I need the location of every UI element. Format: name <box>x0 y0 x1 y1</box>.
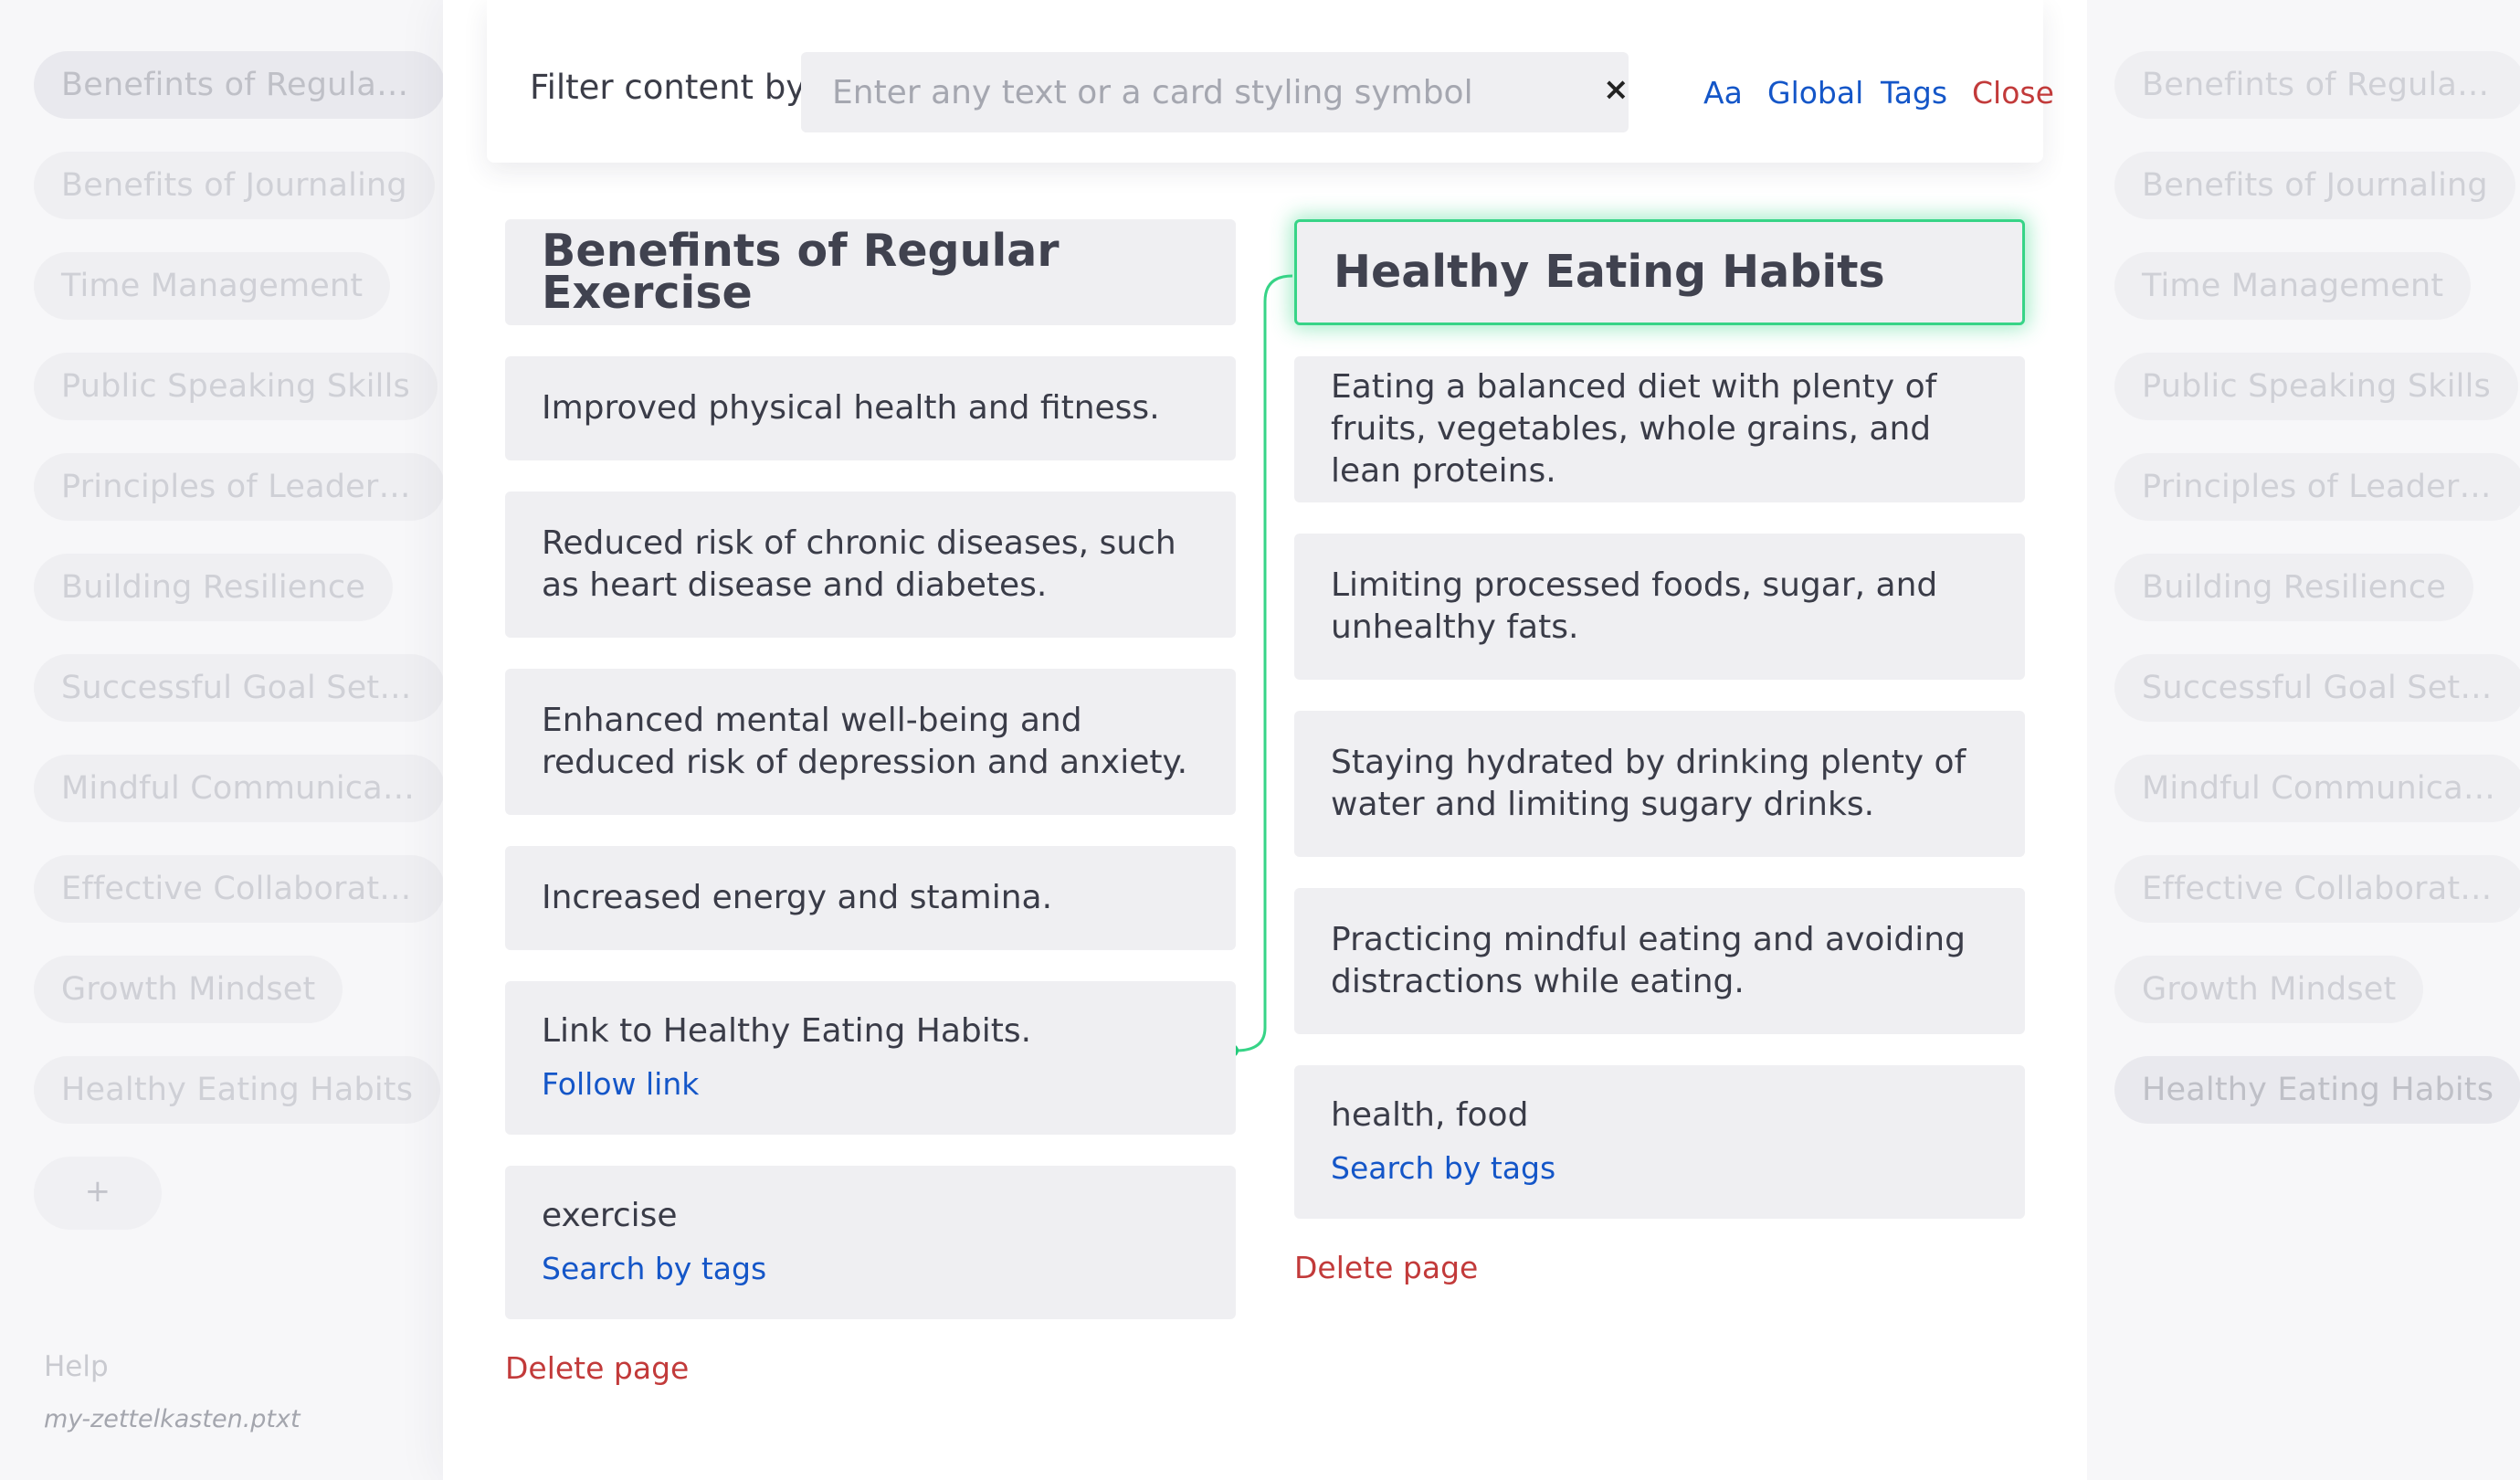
card[interactable]: Improved physical health and fitness. <box>505 356 1236 460</box>
main-panel: Filter content by × Aa Global Tags Close… <box>443 0 2087 1480</box>
tags-text: exercise <box>542 1197 678 1234</box>
page-pill[interactable]: Building Resilience <box>34 554 394 621</box>
page-pill[interactable]: Benefits of Journaling <box>2114 152 2515 219</box>
follow-link[interactable]: Follow link <box>542 1063 1199 1105</box>
page-pill[interactable]: Healthy Eating Habits <box>34 1056 441 1124</box>
case-sensitive-toggle[interactable]: Aa <box>1703 75 1743 111</box>
page-pill[interactable]: Mindful Communication <box>34 755 445 822</box>
card-text: Reduced risk of chronic diseases, such a… <box>542 524 1176 604</box>
card[interactable]: Reduced risk of chronic diseases, such a… <box>505 492 1236 638</box>
card-text: Limiting processed foods, sugar, and unh… <box>1331 566 1938 646</box>
clear-icon[interactable]: × <box>1603 71 1629 108</box>
filter-input[interactable] <box>801 52 1629 132</box>
card[interactable]: Staying hydrated by drinking plenty of w… <box>1294 711 2025 857</box>
left-sidebar: Benefints of Regular Exercise Benefits o… <box>0 0 445 1480</box>
page-pill[interactable]: Effective Collaboration <box>34 855 445 923</box>
page-pill[interactable]: Benefints of Regular Exercise <box>2114 51 2520 119</box>
tags-card[interactable]: exercise Search by tags <box>505 1166 1236 1319</box>
help-link[interactable]: Help <box>44 1350 109 1383</box>
page-list-left: Benefints of Regular Exercise Benefits o… <box>34 51 445 1263</box>
page-pill[interactable]: Growth Mindset <box>2114 956 2424 1023</box>
filter-bar: Filter content by × Aa Global Tags Close <box>487 0 2054 163</box>
right-sidebar: Benefints of Regular Exercise Benefits o… <box>2087 0 2520 1480</box>
tags-card[interactable]: health, food Search by tags <box>1294 1065 2025 1219</box>
tags-filter-link[interactable]: Tags <box>1881 75 1947 111</box>
delete-page-button[interactable]: Delete page <box>505 1350 1236 1386</box>
card[interactable]: Practicing mindful eating and avoiding d… <box>1294 888 2025 1034</box>
card-text: Enhanced mental well-being and reduced r… <box>542 702 1188 781</box>
card-text: Increased energy and stamina. <box>542 879 1053 916</box>
card[interactable]: Enhanced mental well-being and reduced r… <box>505 669 1236 815</box>
card-text: Improved physical health and fitness. <box>542 389 1160 427</box>
global-filter-link[interactable]: Global <box>1767 75 1863 111</box>
page-pill[interactable]: Mindful Communication <box>2114 755 2520 822</box>
page-pill[interactable]: Time Management <box>2114 252 2472 320</box>
page-pill[interactable]: Healthy Eating Habits <box>2114 1056 2520 1124</box>
page-pill[interactable]: Growth Mindset <box>34 956 343 1023</box>
page-pill[interactable]: Benefints of Regular Exercise <box>34 51 445 119</box>
card[interactable]: Eating a balanced diet with plenty of fr… <box>1294 356 2025 502</box>
page-pill[interactable]: Successful Goal Setting <box>34 654 445 722</box>
filter-label: Filter content by <box>530 68 807 107</box>
page-pill[interactable]: Benefits of Journaling <box>34 152 435 219</box>
page-pill[interactable]: Public Speaking Skills <box>34 353 438 420</box>
page-pill[interactable]: Principles of Leadership <box>2114 453 2520 521</box>
search-by-tags-link[interactable]: Search by tags <box>1331 1147 1988 1189</box>
page-list-right: Benefints of Regular Exercise Benefits o… <box>2114 51 2520 1157</box>
file-name: my-zettelkasten.ptxt <box>44 1405 301 1433</box>
close-filter-link[interactable]: Close <box>1972 75 2054 111</box>
card-text: Staying hydrated by drinking plenty of w… <box>1331 744 1966 823</box>
card[interactable]: Limiting processed foods, sugar, and unh… <box>1294 534 2025 680</box>
page-pill[interactable]: Building Resilience <box>2114 554 2474 621</box>
add-page-button[interactable]: + <box>34 1157 162 1230</box>
search-by-tags-link[interactable]: Search by tags <box>542 1248 1199 1290</box>
page-pill[interactable]: Public Speaking Skills <box>2114 353 2518 420</box>
tags-text: health, food <box>1331 1096 1529 1134</box>
page-pill[interactable]: Time Management <box>34 252 391 320</box>
page-pill[interactable]: Effective Collaboration <box>2114 855 2520 923</box>
page-column-left: Benefints of Regular Exercise Improved p… <box>505 219 1236 1386</box>
link-card[interactable]: Link to Healthy Eating Habits. Follow li… <box>505 981 1236 1135</box>
page-pill[interactable]: Successful Goal Setting <box>2114 654 2520 722</box>
delete-page-button[interactable]: Delete page <box>1294 1250 2025 1285</box>
page-title[interactable]: Benefints of Regular Exercise <box>505 219 1236 325</box>
card[interactable]: Increased energy and stamina. <box>505 846 1236 950</box>
page-title[interactable]: Healthy Eating Habits <box>1294 219 2025 325</box>
card-text: Eating a balanced diet with plenty of fr… <box>1331 368 1937 490</box>
page-column-right: Healthy Eating Habits Eating a balanced … <box>1294 219 2025 1285</box>
card-text: Practicing mindful eating and avoiding d… <box>1331 921 1966 1000</box>
page-pill[interactable]: Principles of Leadership <box>34 453 445 521</box>
card-text: Link to Healthy Eating Habits. <box>542 1012 1032 1050</box>
